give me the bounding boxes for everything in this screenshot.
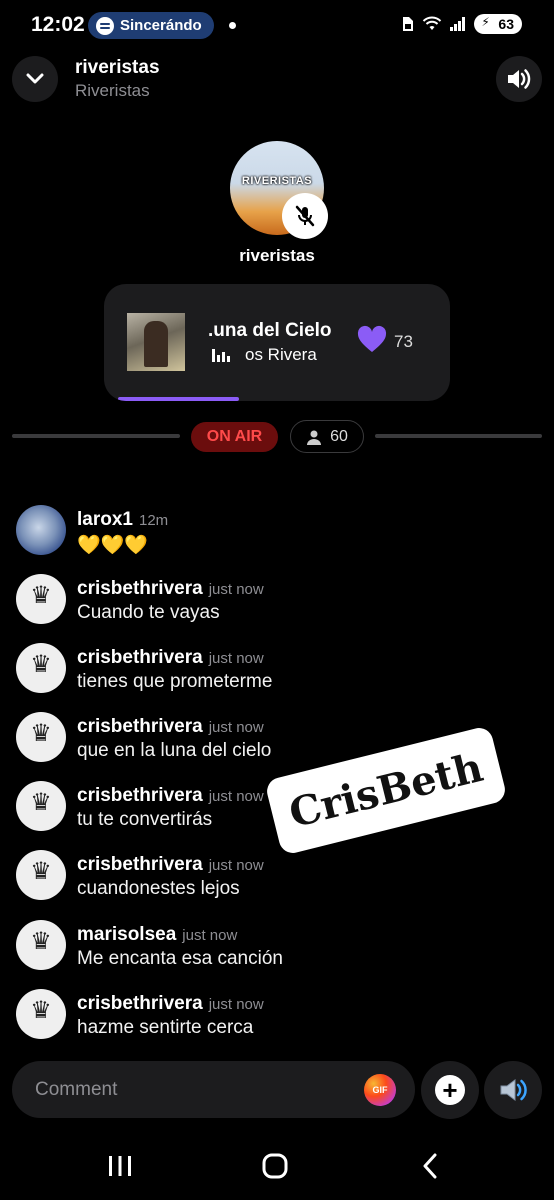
sim-card-icon: [403, 17, 414, 31]
comment-time: just now: [208, 650, 264, 667]
comment-username[interactable]: crisbethrivera: [77, 578, 203, 599]
comment-avatar[interactable]: [16, 574, 66, 624]
system-navigation-bar: [0, 1130, 554, 1200]
back-icon: [423, 1153, 437, 1179]
plus-icon: +: [435, 1075, 465, 1105]
wifi-icon: [423, 16, 442, 30]
on-air-badge: ON AIR: [191, 422, 278, 452]
comment-text: que en la luna del cielo: [77, 740, 272, 761]
comment-avatar[interactable]: [16, 850, 66, 900]
comment-username[interactable]: crisbethrivera: [77, 854, 203, 875]
host-avatar-logo-text: RIVERISTAS: [241, 175, 313, 187]
comment-item: crisbethrivera just now tienes que promet…: [0, 643, 554, 703]
comment-text: cuandonestes lejos: [77, 878, 240, 899]
comment-username[interactable]: crisbethrivera: [77, 993, 203, 1014]
home-button[interactable]: [255, 1150, 295, 1182]
speaker-volume-icon: [508, 69, 531, 89]
gif-button[interactable]: GIF: [364, 1074, 396, 1106]
comment-time: just now: [208, 857, 264, 874]
song-progress-bar: [118, 397, 240, 401]
room-title: riveristas: [75, 57, 160, 78]
comment-time: just now: [182, 927, 238, 944]
notification-dot: [229, 22, 236, 29]
comment-item: crisbethrivera just now Cuando te vayas: [0, 574, 554, 634]
comment-username[interactable]: crisbethrivera: [77, 716, 203, 737]
mic-off-icon: [295, 205, 315, 227]
comment-item: crisbethrivera just now cuandonestes lejo…: [0, 850, 554, 910]
status-bar: 12:02 Sincerándo 63: [0, 0, 554, 52]
gif-label: GIF: [372, 1085, 388, 1095]
comment-avatar[interactable]: [16, 989, 66, 1039]
comment-username-line: crisbethrivera just now: [77, 578, 264, 600]
add-button[interactable]: +: [421, 1061, 479, 1119]
comment-item: crisbethrivera just now hazme sentirte ce…: [0, 989, 554, 1049]
album-art: [127, 313, 185, 371]
heart-icon[interactable]: [356, 324, 388, 356]
comment-username[interactable]: crisbethrivera: [77, 785, 203, 806]
comment-avatar[interactable]: [16, 643, 66, 693]
comment-username-line: larox1 12m: [77, 509, 168, 531]
like-count: 73: [394, 332, 413, 351]
comment-time: just now: [208, 996, 264, 1013]
speaker-emoji-icon: [500, 1079, 527, 1101]
room-subtitle: Riveristas: [75, 81, 150, 100]
equalizer-icon: [212, 348, 230, 362]
comment-avatar[interactable]: [16, 781, 66, 831]
comment-avatar[interactable]: [16, 920, 66, 970]
comment-text: tienes que prometerme: [77, 671, 273, 692]
back-button[interactable]: [410, 1150, 450, 1182]
sound-reaction-button[interactable]: [484, 1061, 542, 1119]
chevron-down-icon: [26, 73, 44, 84]
comment-time: 12m: [138, 512, 169, 529]
divider: [375, 434, 542, 438]
comment-username-line: crisbethrivera just now: [77, 716, 264, 738]
listener-count-pill[interactable]: 60: [290, 420, 364, 453]
home-icon: [262, 1153, 288, 1179]
artist-name: os Rivera: [245, 345, 317, 364]
spotify-icon: [96, 16, 114, 35]
status-icons: 63: [402, 14, 522, 34]
now-playing-card[interactable]: .una del Cielo os Rivera 73: [104, 284, 450, 401]
recents-icon: [109, 1156, 131, 1176]
spotify-now-playing-pill[interactable]: Sincerándo: [88, 12, 214, 39]
comment-username-line: crisbethrivera just now: [77, 993, 264, 1015]
comment-avatar[interactable]: [16, 505, 66, 555]
recents-button[interactable]: [100, 1150, 140, 1182]
comment-text: hazme sentirte cerca: [77, 1017, 254, 1038]
person-icon: [307, 430, 322, 445]
comment-time: just now: [208, 581, 264, 598]
comment-text: 💛💛💛: [77, 535, 148, 556]
signal-icon: [450, 17, 466, 31]
battery-indicator: 63: [474, 14, 522, 34]
listener-count: 60: [330, 427, 348, 445]
comment-time: just now: [208, 719, 264, 736]
comment-username[interactable]: larox1: [77, 509, 133, 530]
volume-button[interactable]: [496, 56, 542, 102]
spotify-pill-text: Sincerándo: [120, 17, 202, 34]
comment-input[interactable]: [12, 1061, 415, 1118]
status-time: 12:02: [31, 13, 85, 36]
comment-username-line: marisolsea just now: [77, 924, 237, 946]
comment-username-line: crisbethrivera just now: [77, 854, 264, 876]
comment-text: Me encanta esa canción: [77, 948, 283, 969]
host-name: riveristas: [239, 246, 315, 265]
comment-time: just now: [208, 788, 264, 805]
comment-text: Cuando te vayas: [77, 602, 220, 623]
comment-username-line: crisbethrivera just now: [77, 785, 264, 807]
comment-username-line: crisbethrivera just now: [77, 647, 264, 669]
comment-item: larox1 12m 💛💛💛: [0, 505, 554, 565]
divider: [12, 434, 180, 438]
collapse-button[interactable]: [12, 56, 58, 102]
song-title: .una del Cielo: [208, 320, 332, 341]
comment-username[interactable]: crisbethrivera: [77, 647, 203, 668]
comment-text: tu te convertirás: [77, 809, 213, 830]
muted-mic-badge: [282, 193, 328, 239]
comment-avatar[interactable]: [16, 712, 66, 762]
comment-item: marisolsea just now Me encanta esa canció…: [0, 920, 554, 980]
comment-username[interactable]: marisolsea: [77, 924, 176, 945]
